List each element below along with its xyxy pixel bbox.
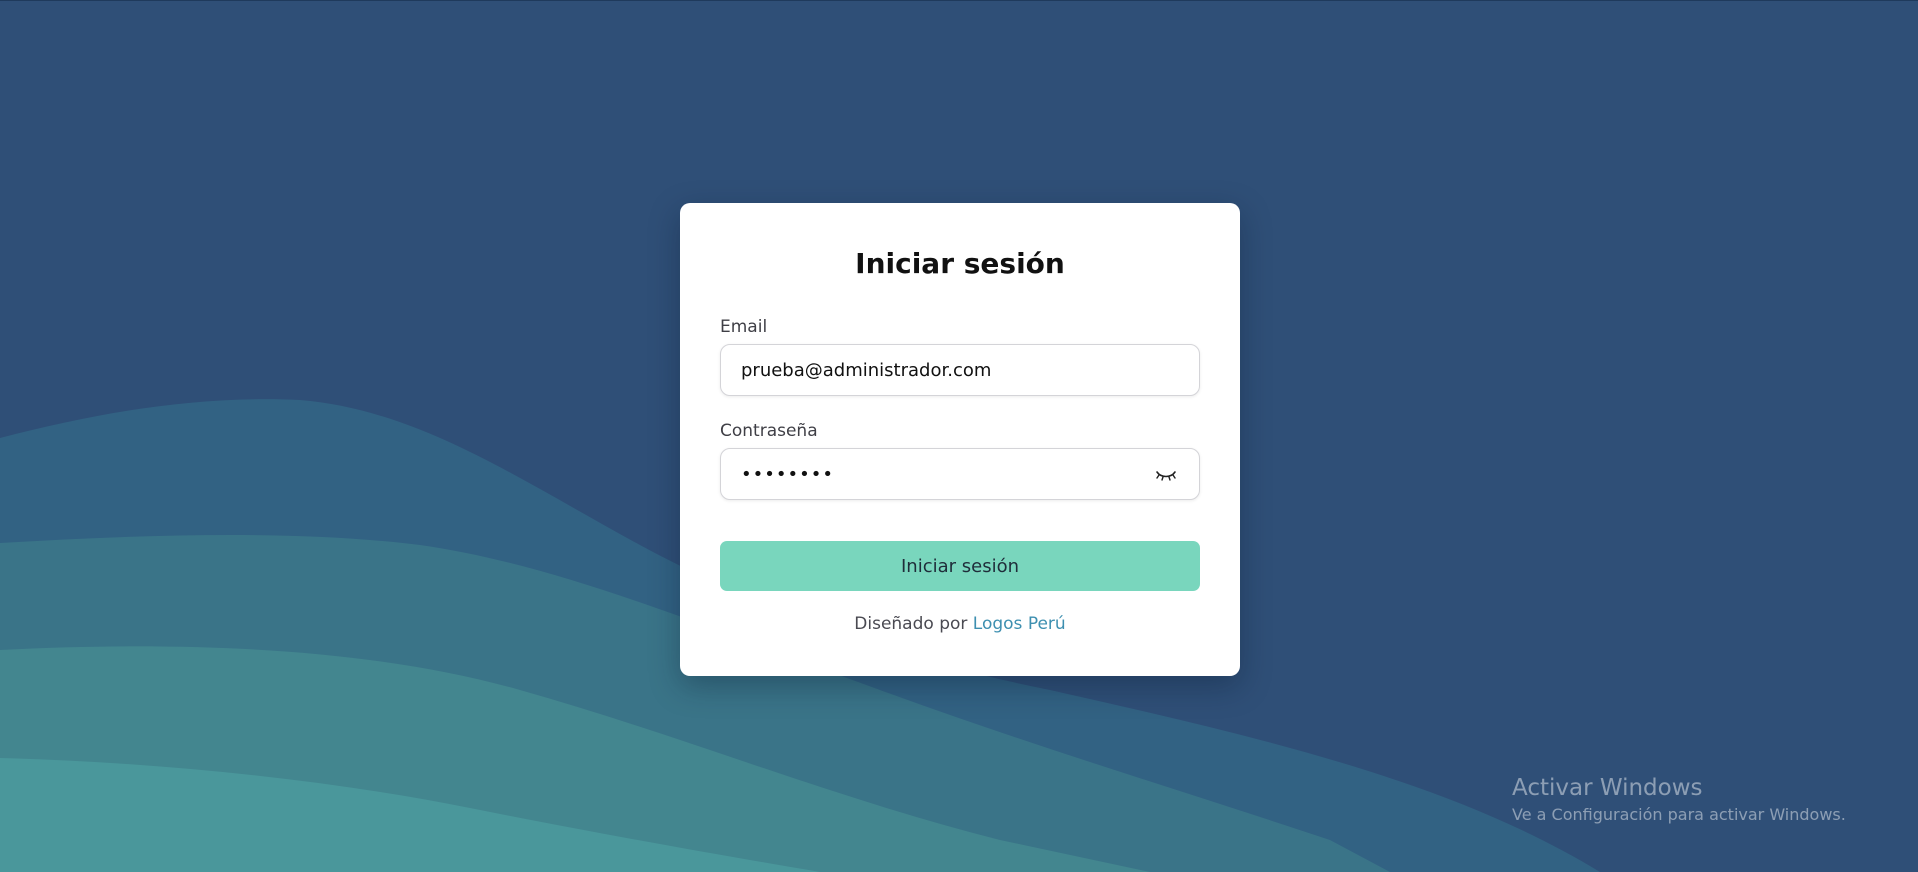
watermark-subtitle: Ve a Configuración para activar Windows. (1512, 805, 1846, 824)
password-input[interactable] (741, 449, 1121, 499)
login-card: Iniciar sesión Email Contraseña Iniciar … (680, 203, 1240, 676)
designer-link[interactable]: Logos Perú (973, 614, 1066, 634)
password-field-container (720, 448, 1200, 500)
email-input[interactable] (741, 345, 1161, 395)
page-title: Iniciar sesión (855, 247, 1065, 280)
eye-closed-icon[interactable] (1155, 466, 1177, 484)
designer-credit: Diseñado por Logos Perú (680, 614, 1240, 634)
email-field-container (720, 344, 1200, 396)
password-label: Contraseña (720, 421, 818, 441)
login-button[interactable]: Iniciar sesión (720, 541, 1200, 591)
email-label: Email (720, 317, 768, 337)
windows-activation-watermark: Activar Windows Ve a Configuración para … (1512, 774, 1846, 826)
credit-prefix: Diseñado por (854, 614, 968, 634)
watermark-title: Activar Windows (1512, 775, 1703, 801)
